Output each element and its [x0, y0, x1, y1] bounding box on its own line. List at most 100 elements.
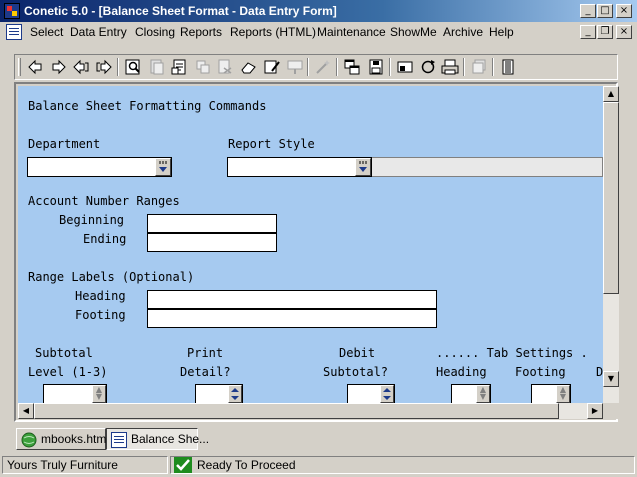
menu-closing[interactable]: Closing: [135, 25, 175, 39]
tab-mbooks-label: mbooks.html: [41, 432, 110, 446]
report-style-description: [372, 157, 603, 177]
minimize-button[interactable]: _: [580, 4, 596, 18]
window-icon[interactable]: [343, 58, 361, 76]
title-bar: Conetic 5.0 - [Balance Sheet Format - Da…: [0, 0, 637, 22]
menu-showme[interactable]: ShowMe: [390, 25, 437, 39]
delete-icon[interactable]: [216, 58, 234, 76]
refresh-icon[interactable]: [419, 58, 437, 76]
maximize-button[interactable]: □: [597, 4, 613, 18]
print-detail-field[interactable]: [195, 384, 243, 403]
tab-mbooks[interactable]: mbooks.html: [16, 428, 110, 450]
print-label: Print: [187, 346, 224, 360]
tab-heading-spinner[interactable]: ▲ ▼: [451, 384, 491, 403]
form-window-icon: [111, 432, 127, 448]
scroll-right-icon[interactable]: ▶: [587, 403, 603, 419]
scroll-left-icon[interactable]: ◀: [18, 403, 34, 419]
print-preview-icon[interactable]: [396, 58, 414, 76]
department-label: Department: [28, 137, 101, 151]
debit-label: Debit: [339, 346, 376, 360]
beginning-label: Beginning: [59, 213, 125, 227]
toolbar-separator: [463, 58, 465, 76]
window-title: Conetic 5.0 - [Balance Sheet Format - Da…: [24, 4, 337, 18]
checkmark-icon: [174, 457, 192, 473]
range-footing-field[interactable]: [147, 309, 437, 328]
report-style-input[interactable]: [230, 159, 356, 177]
ending-label: Ending: [83, 232, 127, 246]
range-heading-field[interactable]: [147, 290, 437, 309]
menu-reports[interactable]: Reports: [180, 25, 222, 39]
subtotal-level-spinner[interactable]: ▲ ▼: [43, 384, 107, 403]
chevron-down-icon: [359, 161, 367, 172]
menu-select[interactable]: Select: [30, 25, 63, 39]
toolbar-separator: [492, 58, 494, 76]
vertical-scrollbar[interactable]: ▲ ▼: [603, 86, 619, 403]
department-dropdown-button[interactable]: [155, 158, 171, 176]
tab-d-label: D: [596, 365, 603, 379]
report-style-combobox[interactable]: [227, 157, 372, 177]
save-icon[interactable]: [367, 58, 385, 76]
wand-icon[interactable]: [314, 58, 332, 76]
menu-data-entry[interactable]: Data Entry: [70, 25, 127, 39]
vertical-scroll-thumb[interactable]: [603, 102, 619, 294]
app-icon[interactable]: [4, 3, 20, 19]
mdi-close-button[interactable]: ×: [616, 25, 632, 39]
tab-settings-label: ...... Tab Settings .: [436, 346, 588, 360]
scroll-down-icon[interactable]: ▼: [603, 371, 619, 387]
department-combobox[interactable]: [27, 157, 172, 177]
stack-icon[interactable]: [470, 58, 488, 76]
spinner-arrows-icon[interactable]: ▲ ▼: [92, 385, 106, 403]
toolbar-separator: [336, 58, 338, 76]
status-message-cell: Ready To Proceed: [170, 456, 635, 474]
add-record-icon[interactable]: [171, 58, 189, 76]
horizontal-scroll-thumb[interactable]: [34, 403, 559, 419]
tab-footing-spinner[interactable]: ▲ ▼: [531, 384, 571, 403]
toggle-arrows-icon[interactable]: [228, 385, 242, 403]
menu-help[interactable]: Help: [489, 25, 514, 39]
edit-icon[interactable]: [263, 58, 281, 76]
toolbar-grip[interactable]: [18, 58, 21, 76]
copy-record-icon[interactable]: [148, 58, 166, 76]
debit-subtotal-field[interactable]: [347, 384, 395, 403]
subtotal-level-label: Level (1-3): [28, 365, 108, 379]
ending-account-field[interactable]: [147, 233, 277, 252]
toolbar-separator: [117, 58, 119, 76]
first-record-icon[interactable]: [26, 58, 44, 76]
toolbar-separator: [389, 58, 391, 76]
duplicate-icon[interactable]: [194, 58, 212, 76]
form-heading: Balance Sheet Formatting Commands: [28, 99, 267, 113]
mdi-minimize-button[interactable]: _: [580, 25, 596, 39]
close-button[interactable]: ×: [616, 4, 632, 18]
previous-record-icon[interactable]: [72, 58, 90, 76]
tab-heading-label: Heading: [436, 365, 487, 379]
menu-maintenance[interactable]: Maintenance: [317, 25, 386, 39]
toggle-arrows-icon[interactable]: [380, 385, 394, 403]
browser-icon: [21, 432, 37, 448]
erase-icon[interactable]: [240, 58, 258, 76]
tab-balance-sheet[interactable]: Balance She...: [106, 428, 209, 450]
scroll-up-icon[interactable]: ▲: [603, 86, 619, 102]
status-message: Ready To Proceed: [197, 458, 296, 472]
report-style-label: Report Style: [228, 137, 315, 151]
menu-reports-html[interactable]: Reports (HTML): [230, 25, 316, 39]
last-record-icon[interactable]: [95, 58, 113, 76]
spinner-arrows-icon[interactable]: ▲ ▼: [476, 385, 490, 403]
exit-icon[interactable]: [499, 58, 517, 76]
form-window-icon[interactable]: [6, 24, 22, 40]
spinner-arrows-icon[interactable]: ▲ ▼: [556, 385, 570, 403]
printer-icon[interactable]: [441, 58, 459, 76]
post-icon[interactable]: [286, 58, 304, 76]
department-input[interactable]: [30, 159, 156, 177]
next-record-icon[interactable]: [50, 58, 68, 76]
menu-bar: Select Data Entry Closing Reports Report…: [0, 22, 637, 42]
footing-label: Footing: [75, 308, 126, 322]
horizontal-scrollbar[interactable]: ◀ ▶: [18, 403, 603, 419]
tab-balance-sheet-label: Balance She...: [131, 432, 210, 446]
beginning-account-field[interactable]: [147, 214, 277, 233]
status-company: Yours Truly Furniture: [2, 456, 168, 474]
report-style-dropdown-button[interactable]: [355, 158, 371, 176]
mdi-restore-button[interactable]: ❐: [597, 25, 613, 39]
range-labels-label: Range Labels (Optional): [28, 270, 195, 284]
heading-label: Heading: [75, 289, 126, 303]
find-icon[interactable]: [124, 58, 142, 76]
menu-archive[interactable]: Archive: [443, 25, 483, 39]
